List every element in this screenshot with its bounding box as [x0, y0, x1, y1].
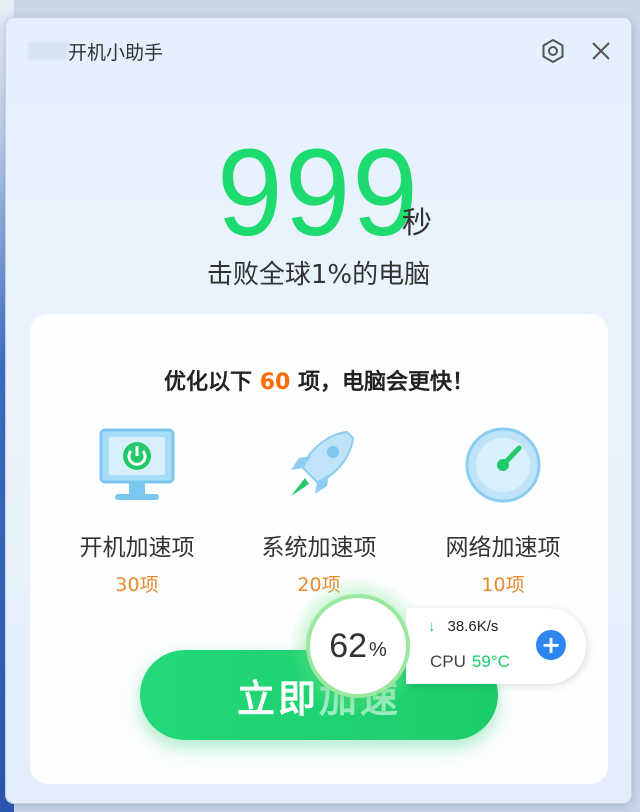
- speedometer-icon: [408, 424, 598, 506]
- feature-count: 30项: [115, 574, 159, 596]
- monitor-power-icon: [42, 424, 232, 506]
- close-icon[interactable]: [589, 39, 613, 63]
- memory-usage-ball[interactable]: 62%: [310, 598, 406, 694]
- memory-percent-value: 62: [329, 626, 368, 665]
- feature-name: 网络加速项: [445, 535, 561, 561]
- download-arrow-icon: ↓: [428, 618, 436, 635]
- optimization-headline: 优化以下 60 项，电脑会更快！: [30, 364, 608, 396]
- plus-icon[interactable]: +: [536, 630, 566, 660]
- score-unit: 秒: [402, 206, 432, 241]
- optimization-card: 优化以下 60 项，电脑会更快！ 开机加速项 30项 系统加速项 20项 网络加…: [30, 314, 608, 784]
- feature-network-acceleration[interactable]: 网络加速项 10项: [408, 424, 598, 597]
- feature-boot-acceleration[interactable]: 开机加速项 30项: [42, 424, 232, 597]
- floating-stats-panel: ↓ 38.6K/s CPU 59°C +: [406, 608, 586, 684]
- app-logo: [28, 42, 68, 60]
- percent-sign: %: [369, 638, 387, 661]
- headline-prefix: 优化以下: [164, 370, 260, 395]
- window-title: 开机小助手: [68, 42, 164, 64]
- headline-suffix: 项，电脑会更快！: [290, 370, 474, 395]
- headline-item-count: 60: [259, 370, 291, 395]
- boot-time-score: 999: [217, 123, 420, 263]
- network-speed: ↓ 38.6K/s: [428, 618, 498, 635]
- cpu-temperature: CPU 59°C: [430, 652, 510, 672]
- beat-percentage-text: 击败全球1%的电脑: [206, 260, 431, 290]
- feature-count: 10项: [481, 574, 525, 596]
- cpu-temp-value: 59°C: [471, 652, 510, 671]
- feature-name: 开机加速项: [79, 535, 195, 561]
- settings-gear-icon[interactable]: [540, 38, 566, 64]
- network-speed-value: 38.6K/s: [447, 618, 499, 635]
- cpu-label: CPU: [430, 652, 466, 671]
- feature-system-acceleration[interactable]: 系统加速项 20项: [224, 424, 414, 597]
- feature-name: 系统加速项: [261, 535, 377, 561]
- rocket-icon: [224, 424, 414, 506]
